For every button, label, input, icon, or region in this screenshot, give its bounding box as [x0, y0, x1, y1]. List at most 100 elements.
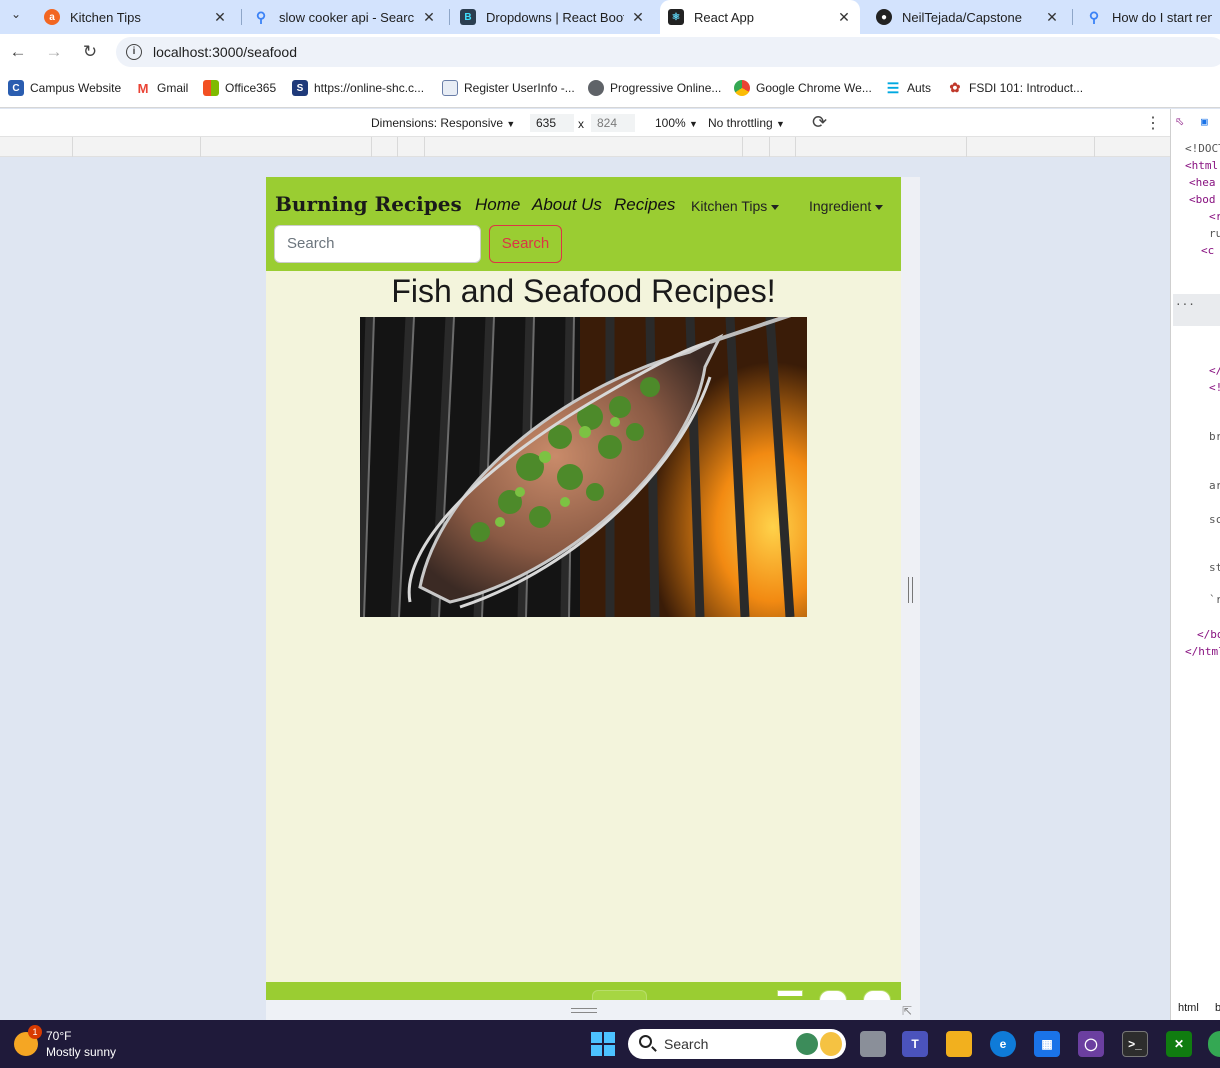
app-icon[interactable]: ◯ — [1078, 1031, 1104, 1057]
weather-widget[interactable]: 1 70°F Mostly sunny — [14, 1025, 116, 1060]
tab-how-do-i-start-render[interactable]: ⚲ How do I start render — [1078, 0, 1220, 34]
bookmark-online-shc[interactable]: S https://online-shc.c... — [292, 80, 424, 96]
nav-link-recipes[interactable]: Recipes — [614, 195, 675, 215]
width-input[interactable]: 635 — [530, 114, 574, 132]
dom-line[interactable]: <! — [1209, 381, 1220, 394]
search-button[interactable]: Search — [489, 225, 562, 263]
dom-ellipsis[interactable]: ... — [1175, 295, 1195, 308]
search-icon — [639, 1035, 652, 1048]
nav-link-home[interactable]: Home — [475, 195, 520, 215]
shc-icon: S — [292, 80, 308, 96]
file-explorer-icon[interactable] — [946, 1031, 972, 1057]
times-symbol: x — [578, 117, 584, 131]
start-button[interactable] — [590, 1031, 616, 1057]
rotate-icon[interactable]: ⟳ — [812, 112, 827, 133]
weather-sun-icon: 1 — [14, 1025, 42, 1056]
height-input[interactable]: 824 — [591, 114, 635, 132]
social-icon[interactable] — [863, 990, 891, 1000]
dom-line[interactable]: <html — [1185, 159, 1218, 172]
close-tab-icon[interactable]: ✕ — [630, 9, 646, 26]
bookmark-auts[interactable]: ☰ Auts — [885, 80, 931, 96]
bookmark-register-userinfo[interactable]: Register UserInfo -... — [442, 80, 575, 96]
bookmark-office365[interactable]: Office365 — [203, 80, 276, 96]
device-toggle-icon[interactable]: ▣ — [1201, 115, 1208, 128]
dom-line[interactable]: <c — [1201, 244, 1214, 257]
close-tab-icon[interactable]: ✕ — [1044, 9, 1060, 26]
close-tab-icon[interactable]: ✕ — [836, 9, 852, 26]
chrome-icon — [734, 80, 750, 96]
taskbar-search-label: Search — [664, 1036, 709, 1052]
dom-line[interactable]: sc — [1209, 513, 1220, 526]
microsoft-store-icon[interactable]: ▦ — [1034, 1031, 1060, 1057]
dom-line[interactable]: st — [1209, 561, 1220, 574]
resize-corner-icon[interactable]: ⇱ — [902, 1004, 912, 1018]
zoom-dropdown[interactable]: 100% ▼ — [655, 116, 698, 130]
resize-handle-bottom[interactable] — [571, 1008, 597, 1013]
footer-button[interactable] — [592, 990, 647, 1000]
taskbar-search[interactable]: Search — [628, 1029, 846, 1059]
xbox-icon[interactable]: ✕ — [1166, 1031, 1192, 1057]
bookmark-fsdi-101[interactable]: ✿ FSDI 101: Introduct... — [947, 80, 1084, 96]
dimensions-dropdown[interactable]: Dimensions: Responsive ▼ — [371, 116, 515, 130]
windows-logo-icon — [591, 1032, 615, 1056]
social-icon[interactable] — [819, 990, 847, 1000]
tab-github-capstone[interactable]: ● NeilTejada/Capstone ✕ — [868, 0, 1068, 34]
site-brand[interactable]: Burning Recipes — [275, 192, 462, 216]
dimensions-label: Dimensions: Responsive — [371, 116, 504, 130]
dom-line[interactable]: <bod — [1189, 193, 1216, 206]
tab-strip: ⌄ a Kitchen Tips ✕ ⚲ slow cooker api - S… — [0, 0, 1220, 34]
dom-line[interactable]: br — [1209, 430, 1220, 443]
dropdown-ingredient[interactable]: Ingredient — [809, 198, 884, 214]
dom-line[interactable]: </html — [1185, 645, 1220, 658]
breadcrumb-html[interactable]: html — [1178, 1002, 1199, 1014]
dom-line[interactable]: <!DOCT — [1185, 142, 1220, 155]
terminal-icon[interactable]: >_ — [1122, 1031, 1148, 1057]
bookmark-label: FSDI 101: Introduct... — [969, 81, 1084, 95]
tab-slow-cooker-search[interactable]: ⚲ slow cooker api - Search ✕ — [245, 0, 445, 34]
bookmark-label: Gmail — [157, 81, 189, 95]
breadcrumb-body[interactable]: b — [1215, 1002, 1220, 1014]
task-view-icon[interactable] — [860, 1031, 886, 1057]
resize-handle-right[interactable] — [908, 577, 913, 603]
bookmark-google-chrome-web[interactable]: Google Chrome We... — [734, 80, 872, 96]
ruler-tick — [424, 137, 425, 157]
close-tab-icon[interactable]: ✕ — [212, 9, 228, 26]
dom-line[interactable]: `r — [1209, 593, 1220, 606]
search-input[interactable]: Search — [274, 225, 481, 263]
dom-line[interactable]: <r — [1209, 210, 1220, 223]
dom-line[interactable]: </ — [1209, 364, 1220, 377]
tab-search-menu-icon[interactable]: ⌄ — [4, 2, 28, 26]
back-arrow-icon[interactable]: ← — [6, 40, 30, 64]
forward-arrow-icon[interactable]: → — [42, 40, 66, 64]
dropdown-kitchen-tips[interactable]: Kitchen Tips — [691, 198, 780, 214]
dom-line[interactable]: <hea — [1189, 176, 1216, 189]
tab-kitchen-tips[interactable]: a Kitchen Tips ✕ — [36, 0, 236, 34]
document-icon — [442, 80, 458, 96]
search-highlight-icon — [820, 1032, 842, 1056]
more-options-icon[interactable]: ⋮ — [1145, 113, 1161, 133]
mail-icon[interactable] — [777, 990, 803, 996]
reload-icon[interactable]: ↻ — [78, 40, 102, 64]
close-tab-icon[interactable]: ✕ — [421, 9, 437, 26]
dom-line[interactable]: ru — [1209, 227, 1220, 240]
tab-react-app[interactable]: ⚛ React App ✕ — [660, 0, 860, 34]
nav-link-about-us[interactable]: About Us — [532, 195, 602, 215]
dom-line[interactable]: </bo — [1197, 628, 1220, 641]
throttling-dropdown[interactable]: No throttling ▼ — [708, 116, 785, 130]
globe-icon — [796, 1033, 818, 1055]
bookmark-gmail[interactable]: M Gmail — [135, 80, 189, 96]
edge-icon[interactable]: e — [990, 1031, 1016, 1057]
dom-line[interactable]: ar — [1209, 479, 1220, 492]
teams-icon[interactable]: T — [902, 1031, 928, 1057]
react-icon: ⚛ — [668, 9, 684, 25]
gmail-icon: M — [137, 80, 149, 96]
url-text[interactable]: localhost:3000/seafood — [153, 44, 297, 60]
bookmark-progressive-online[interactable]: Progressive Online... — [588, 80, 721, 96]
tab-dropdowns-react-bootstrap[interactable]: B Dropdowns | React Bootst ✕ — [452, 0, 654, 34]
chrome-icon[interactable] — [1208, 1031, 1220, 1057]
inspect-element-icon[interactable]: ⬁ — [1175, 115, 1184, 128]
site-info-icon[interactable]: i — [126, 44, 142, 60]
tab-title: Kitchen Tips — [70, 9, 141, 25]
bookmark-campus-website[interactable]: C Campus Website — [8, 80, 121, 96]
address-bar[interactable]: i localhost:3000/seafood — [116, 37, 1220, 67]
